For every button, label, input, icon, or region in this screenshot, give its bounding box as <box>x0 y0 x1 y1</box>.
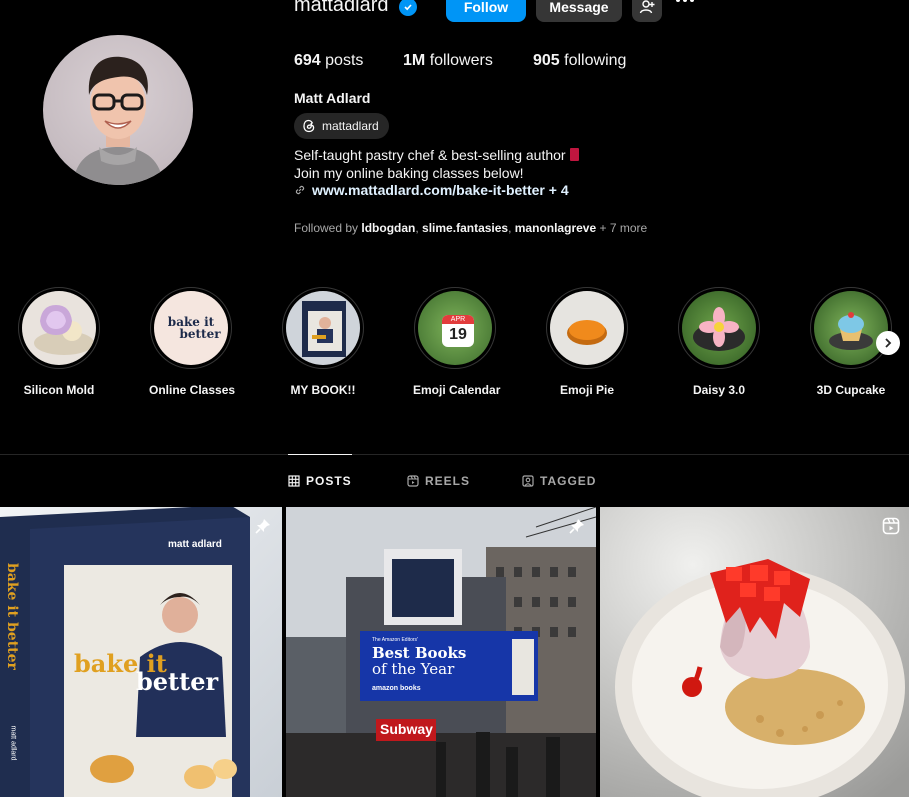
billboard-text: amazon books <box>372 685 421 692</box>
profile-link[interactable]: www.mattadlard.com/bake-it-better + 4 <box>294 182 569 198</box>
highlight-daisy[interactable]: Daisy 3.0 <box>677 287 761 397</box>
highlight-label: Online Classes <box>149 383 236 397</box>
profile-full-name: Matt Adlard <box>294 90 371 106</box>
threads-badge[interactable]: mattadlard <box>294 113 389 139</box>
grid-icon <box>288 475 300 487</box>
post-item[interactable]: matt adlard bake it better bake it bette… <box>0 507 282 797</box>
tab-posts[interactable]: POSTS <box>288 454 352 507</box>
verified-badge-icon <box>399 0 417 16</box>
followed-by[interactable]: Followed by ldbogdan, slime.fantasies, m… <box>294 221 647 235</box>
suggested-users-button[interactable] <box>632 0 662 22</box>
posts-count: 694 posts <box>294 52 364 69</box>
billboard-text: The Amazon Editors' <box>372 637 418 643</box>
avatar[interactable] <box>43 35 193 185</box>
highlight-emoji-pie[interactable]: Emoji Pie <box>545 287 629 397</box>
highlight-cover-text: better <box>179 327 221 341</box>
message-button[interactable]: Message <box>536 0 622 22</box>
billboard-text: of the Year <box>372 660 455 678</box>
book-author: matt adlard <box>168 539 222 550</box>
add-person-icon <box>639 0 655 14</box>
book-spine-title: bake it better <box>4 563 20 670</box>
more-options-icon[interactable] <box>676 0 694 2</box>
tab-tagged[interactable]: TAGGED <box>522 455 596 507</box>
link-icon <box>295 185 305 195</box>
reels-icon <box>882 517 900 535</box>
book-title: better <box>136 667 219 696</box>
pinned-icon <box>569 519 584 534</box>
post-item[interactable]: The Amazon Editors' Best Books of the Ye… <box>286 507 596 797</box>
highlight-my-book[interactable]: MY BOOK!! <box>281 287 365 397</box>
profile-username: mattadlard <box>294 0 389 16</box>
chevron-right-icon <box>885 338 892 348</box>
profile-bio: Self-taught pastry chef & best-selling a… <box>294 146 579 182</box>
book-emoji-icon <box>569 148 579 161</box>
calendar-day: 19 <box>449 326 467 343</box>
billboard-text: Best Books <box>372 644 467 662</box>
highlights-next-button[interactable] <box>876 331 900 355</box>
followers-count[interactable]: 1M followers <box>403 52 493 70</box>
highlight-label: 3D Cupcake <box>816 383 886 397</box>
following-count[interactable]: 905 following <box>533 52 626 70</box>
calendar-month: APR <box>442 315 474 324</box>
post-item[interactable] <box>600 507 909 797</box>
threads-icon <box>303 119 315 133</box>
pinned-icon <box>255 519 270 534</box>
highlight-silicon-mold[interactable]: Silicon Mold <box>17 287 101 397</box>
highlight-emoji-calendar[interactable]: APR 19 Emoji Calendar <box>413 287 501 397</box>
highlight-label: Emoji Pie <box>559 383 615 397</box>
highlight-label: Silicon Mold <box>23 383 95 397</box>
highlight-online-classes[interactable]: bake it better Online Classes <box>149 287 236 397</box>
book-spine-author: matt adlard <box>9 725 17 761</box>
follow-button[interactable]: Follow <box>446 0 526 22</box>
highlight-label: Daisy 3.0 <box>692 383 746 397</box>
tagged-icon <box>522 475 534 487</box>
tab-reels[interactable]: REELS <box>407 455 470 507</box>
highlight-label: MY BOOK!! <box>290 383 356 397</box>
subway-sign: Subway <box>380 721 433 737</box>
highlight-label: Emoji Calendar <box>413 383 501 397</box>
threads-handle: mattadlard <box>322 119 379 133</box>
reels-icon <box>407 475 419 487</box>
